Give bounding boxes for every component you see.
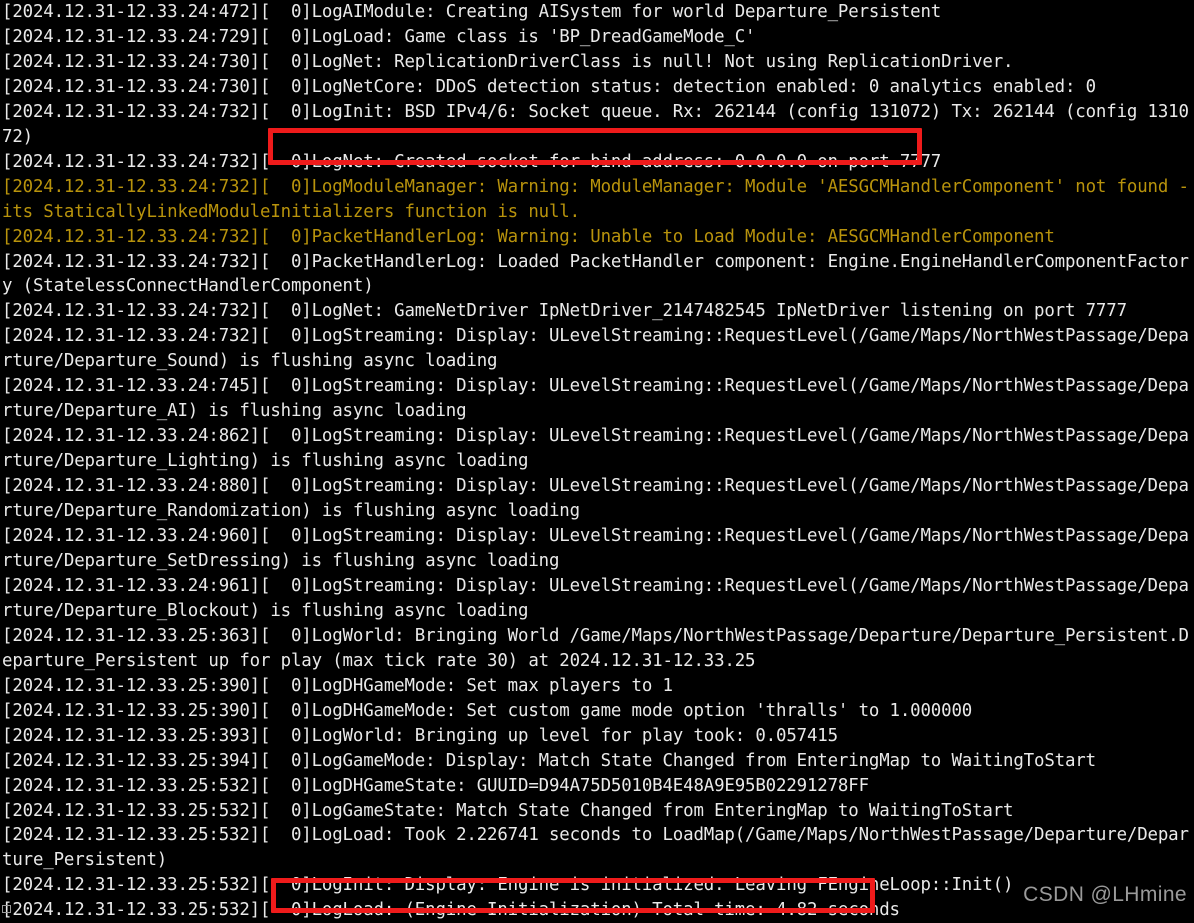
log-line: [2024.12.31-12.33.24:472][ 0]LogAIModule… (2, 2, 942, 22)
log-line: [2024.12.31-12.33.24:961][ 0]LogStreamin… (2, 575, 1189, 621)
log-line: [2024.12.31-12.33.25:532][ 0]LogGameStat… (2, 800, 1014, 821)
log-line: [2024.12.31-12.33.24:732][ 0]LogNet: Gam… (2, 301, 1127, 322)
log-line: [2024.12.31-12.33.24:732][ 0]LogModuleMa… (2, 176, 1189, 222)
log-line: [2024.12.31-12.33.24:730][ 0]LogNetCore:… (2, 76, 1096, 97)
log-line: [2024.12.31-12.33.24:880][ 0]LogStreamin… (2, 476, 1189, 522)
log-line: [2024.12.31-12.33.24:732][ 0]LogNet: Cre… (2, 151, 942, 172)
log-line: [2024.12.31-12.33.25:390][ 0]LogDHGameMo… (2, 675, 673, 696)
log-line: [2024.12.31-12.33.24:732][ 0]LogStreamin… (2, 326, 1189, 372)
console-log-view[interactable]: [2024.12.31-12.33.24:472][ 0]LogAIModule… (0, 0, 1194, 920)
log-line: [2024.12.31-12.33.25:390][ 0]LogDHGameMo… (2, 700, 973, 721)
log-line: [2024.12.31-12.33.24:729][ 0]LogLoad: Ga… (2, 26, 756, 47)
csdn-watermark: CSDN @LHmine (1023, 883, 1187, 906)
log-line: [2024.12.31-12.33.25:532][ 0]LogLoad: (E… (2, 900, 900, 921)
log-line: [2024.12.31-12.33.24:730][ 0]LogNet: Rep… (2, 51, 1014, 72)
log-line: [2024.12.31-12.33.24:862][ 0]LogStreamin… (2, 426, 1189, 472)
log-line: [2024.12.31-12.33.24:732][ 0]PacketHandl… (2, 226, 1055, 247)
log-line: [2024.12.31-12.33.25:363][ 0]LogWorld: B… (2, 625, 1189, 671)
log-line: [2024.12.31-12.33.24:960][ 0]LogStreamin… (2, 526, 1189, 571)
log-line: [2024.12.31-12.33.25:532][ 0]LogDHGameSt… (2, 775, 869, 796)
log-line: [2024.12.31-12.33.24:745][ 0]LogStreamin… (2, 376, 1189, 422)
log-line: [2024.12.31-12.33.24:732][ 0]PacketHandl… (2, 251, 1189, 297)
log-line: [2024.12.31-12.33.25:532][ 0]LogInit: Di… (2, 875, 1014, 896)
log-line: [2024.12.31-12.33.25:394][ 0]LogGameMode… (2, 750, 1096, 771)
log-line: [2024.12.31-12.33.24:732][ 0]LogInit: BS… (2, 101, 1189, 147)
log-line: [2024.12.31-12.33.25:393][ 0]LogWorld: B… (2, 725, 838, 746)
log-output: [2024.12.31-12.33.24:472][ 0]LogAIModule… (0, 0, 1194, 923)
log-line: [2024.12.31-12.33.25:532][ 0]LogLoad: To… (2, 825, 1189, 871)
cursor-caret (2, 905, 11, 913)
